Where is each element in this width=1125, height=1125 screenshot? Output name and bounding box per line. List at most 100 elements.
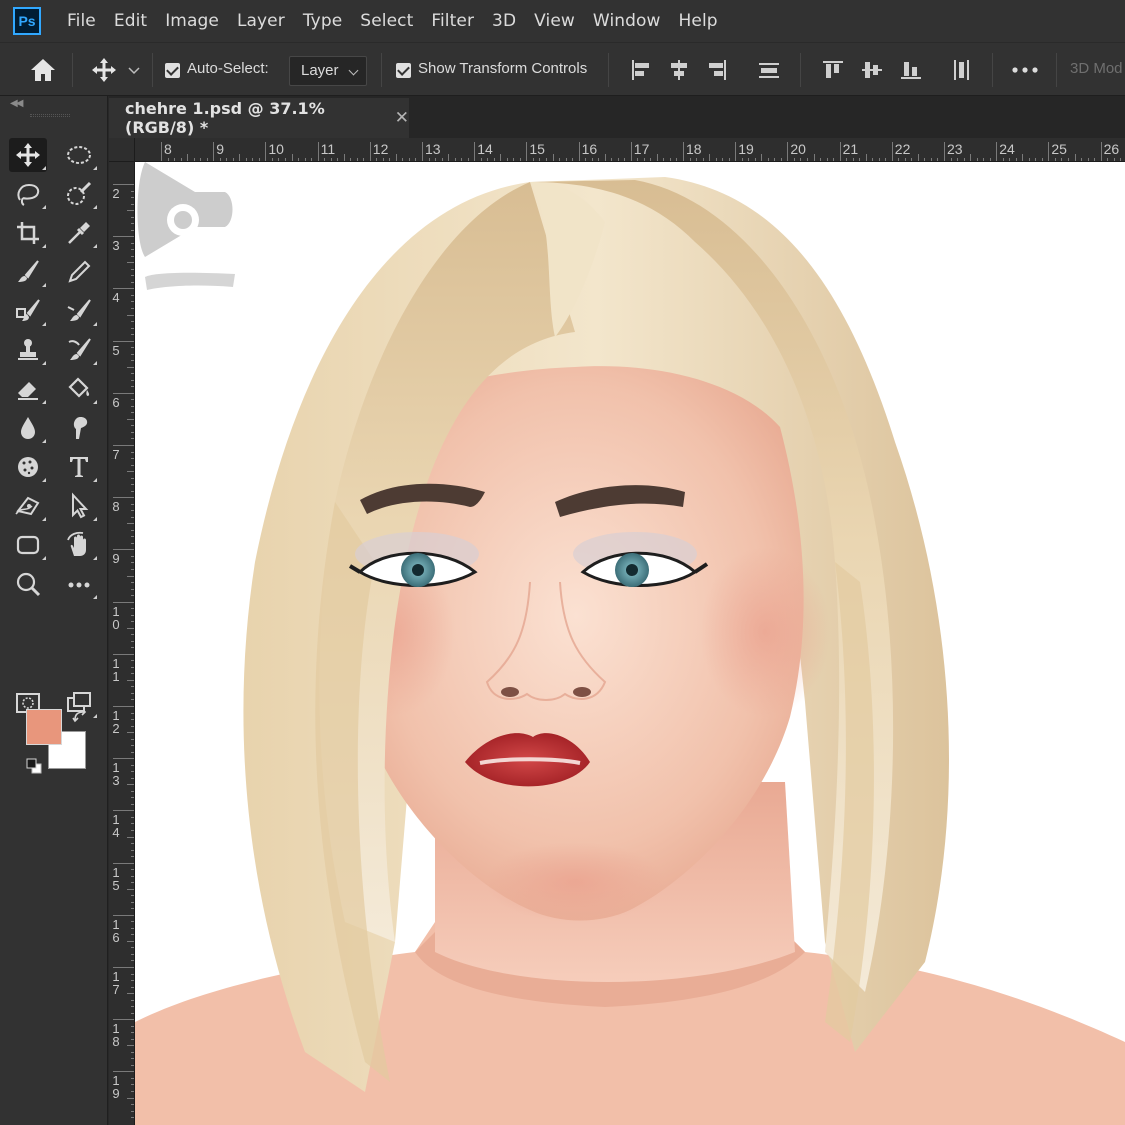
path-select-tool[interactable] (60, 489, 98, 523)
crop-tool[interactable] (9, 216, 47, 250)
menu-layer[interactable]: Layer (237, 11, 285, 31)
eraser-tool[interactable] (9, 372, 47, 406)
home-icon[interactable] (28, 55, 58, 85)
horizontal-ruler[interactable]: 8 9 10 11 12 13 14 15 16 17 18 19 20 21 22 23 24 25 26 (109, 138, 1125, 162)
eraser-tool-icon (18, 382, 38, 400)
ruler-major-tick (113, 601, 134, 603)
screen-mode-button[interactable] (60, 686, 98, 720)
ruler-label: 18 (112, 1021, 120, 1050)
move-tool-preset-icon[interactable] (90, 56, 118, 84)
menu-view[interactable]: View (534, 11, 575, 31)
ruler-minor-tick (604, 154, 606, 161)
ruler-major-tick (113, 445, 134, 446)
clone-brush-tool-icon (16, 299, 40, 321)
lasso-tool[interactable] (9, 177, 47, 211)
ruler-label: 14 (112, 812, 120, 841)
clone-brush-tool[interactable] (9, 294, 47, 328)
smudge-tool[interactable] (60, 411, 98, 445)
ruler-label: 26 (1103, 141, 1120, 157)
separator (381, 53, 382, 87)
document-canvas[interactable] (135, 162, 1125, 1125)
marquee-tool[interactable] (60, 138, 98, 172)
menu-file[interactable]: File (67, 11, 96, 31)
align-left-icon[interactable] (628, 57, 654, 83)
chevron-down-icon[interactable] (128, 66, 140, 76)
type-tool[interactable] (60, 450, 98, 484)
menu-image[interactable]: Image (165, 11, 219, 31)
zoom-tool[interactable] (9, 567, 47, 601)
mixer-brush-tool-icon (68, 338, 91, 360)
distribute-vertical-icon[interactable] (948, 57, 974, 83)
quick-select-tool[interactable] (60, 177, 98, 211)
align-top-icon[interactable] (820, 57, 846, 83)
more-tools-button[interactable] (60, 567, 98, 601)
ruler-minor-tick (291, 154, 293, 161)
panel-grip[interactable] (30, 114, 70, 117)
stamp-tool[interactable] (9, 333, 47, 367)
menu-filter[interactable]: Filter (431, 11, 474, 31)
menu-type[interactable]: Type (303, 11, 342, 31)
ruler-minor-tick (1074, 154, 1076, 161)
ruler-label: 11 (320, 141, 336, 157)
ruler-major-tick (891, 142, 893, 161)
mixer-brush-tool[interactable] (60, 333, 98, 367)
ruler-major-tick (213, 142, 215, 161)
more-options-icon[interactable] (1010, 65, 1040, 75)
ruler-major-tick (265, 142, 267, 161)
crop-tool-icon (17, 222, 39, 244)
ruler-minor-tick (865, 154, 867, 161)
ruler-minor-tick (709, 154, 711, 161)
show-transform-label: Show Transform Controls (418, 60, 588, 77)
ruler-minor-tick (127, 679, 134, 681)
eyedropper-tool[interactable] (60, 216, 98, 250)
history-brush-tool-icon (67, 299, 91, 321)
default-colors-icon[interactable] (26, 758, 42, 774)
type-tool-icon (70, 457, 88, 477)
ruler-label: 10 (268, 141, 284, 157)
ruler-origin[interactable] (109, 138, 135, 162)
watermark-logo (137, 162, 235, 290)
menu-help[interactable]: Help (679, 11, 718, 31)
blur-tool[interactable] (9, 411, 47, 445)
ruler-label: 24 (999, 141, 1015, 157)
align-bottom-icon[interactable] (898, 57, 924, 83)
menu-select[interactable]: Select (360, 11, 413, 31)
pen-tool[interactable] (9, 489, 47, 523)
sponge-tool[interactable] (9, 450, 47, 484)
align-right-icon[interactable] (704, 57, 730, 83)
ruler-major-tick (113, 184, 134, 185)
auto-select-target-dropdown[interactable]: Layer (289, 56, 367, 86)
photoshop-logo[interactable]: Ps (13, 7, 41, 35)
collapse-panel-icon[interactable]: ◀◀ (10, 98, 23, 109)
vertical-ruler[interactable]: 2 3 4 5 6 7 8 9 10 11 12 13 14 15 16 17 18 19 (109, 162, 135, 1125)
ruler-major-tick (113, 1071, 134, 1073)
menu-3d[interactable]: 3D (492, 11, 516, 31)
brush-tool[interactable] (9, 255, 47, 289)
pencil-tool[interactable] (60, 255, 98, 289)
foreground-color-swatch[interactable] (26, 709, 62, 745)
ruler-minor-tick (448, 154, 450, 161)
history-brush-tool[interactable] (60, 294, 98, 328)
3d-mode-label[interactable]: 3D Mod (1070, 60, 1123, 77)
hand-rotate-tool[interactable] (60, 528, 98, 562)
ruler-major-tick (839, 142, 841, 161)
lasso-tool-icon (17, 183, 40, 206)
menu-edit[interactable]: Edit (114, 11, 147, 31)
hand-rotate-tool-icon (67, 531, 86, 556)
ruler-label: 11 (112, 655, 120, 684)
move-tool[interactable] (9, 138, 47, 172)
menu-window[interactable]: Window (593, 11, 661, 31)
close-icon[interactable]: ✕ (395, 108, 409, 128)
ruler-minor-tick (127, 836, 134, 838)
align-vertical-center-icon[interactable] (859, 57, 885, 83)
align-horizontal-center-icon[interactable] (666, 57, 692, 83)
ruler-minor-tick (127, 210, 134, 212)
paint-bucket-tool[interactable] (60, 372, 98, 406)
shape-tool[interactable] (9, 528, 47, 562)
document-tab[interactable]: chehre 1.psd @ 37.1% (RGB/8) * ✕ (109, 98, 409, 138)
show-transform-checkbox[interactable] (396, 63, 411, 78)
distribute-horizontal-icon[interactable] (756, 57, 782, 83)
chevron-down-icon (348, 65, 359, 76)
auto-select-checkbox[interactable] (165, 63, 180, 78)
ruler-label: 15 (529, 141, 545, 157)
